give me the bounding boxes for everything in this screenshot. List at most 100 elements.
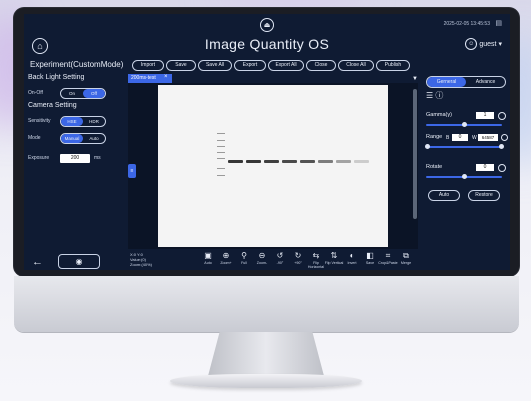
save-all-button[interactable]: Save All (198, 60, 232, 71)
ladder-mark (217, 146, 225, 147)
zoom-in-icon: ⊕ (222, 251, 230, 260)
user-menu[interactable]: ☺ guest ▾ (465, 38, 502, 50)
gamma-reset-icon[interactable] (498, 112, 506, 120)
scroll-up-icon[interactable]: ▼ (412, 76, 418, 82)
rotate-right-label: +90° (294, 261, 302, 265)
flip-horizontal-label: Flip Horizontal (307, 261, 325, 269)
blot-band (336, 160, 351, 163)
publish-button[interactable]: Publish (376, 60, 410, 71)
range-high-input[interactable]: 64587 (478, 134, 498, 141)
camera-capture-button[interactable]: ◉ (58, 254, 100, 269)
ladder-mark (217, 140, 225, 141)
rotate-slider[interactable] (426, 174, 502, 179)
range-low-input[interactable]: 0 (452, 134, 468, 141)
zoom-in-label: Zoom+ (220, 261, 232, 265)
save-button[interactable]: Save (166, 60, 196, 71)
app-title: Image Quantity OS (204, 36, 330, 52)
on-option[interactable]: On (61, 89, 83, 98)
rotate-input[interactable]: 0 (476, 164, 494, 171)
vertical-scrollbar[interactable] (412, 83, 418, 249)
image-tabs: 200ms-test × (128, 74, 418, 83)
blot-band (264, 160, 279, 163)
zoom-out-label: Zoom- (256, 261, 268, 265)
invert-label: Invert (347, 261, 357, 265)
rotate-reset-icon[interactable] (498, 164, 506, 172)
rotate-left-label: -90° (276, 261, 284, 265)
range-b-label: B (446, 135, 450, 141)
save-icon: ◧ (366, 251, 374, 260)
auto-icon: ▣ (204, 251, 212, 260)
crop-paste-tool[interactable]: ⌗ Crop&Paste (378, 251, 398, 265)
blot-image (158, 85, 388, 247)
close-button[interactable]: Close (306, 60, 336, 71)
range-high-knob[interactable] (499, 144, 504, 149)
zoom-out-icon: ⊖ (258, 251, 266, 260)
info-icon[interactable]: ⓘ (435, 91, 443, 100)
blot-band (354, 160, 369, 163)
save-tool[interactable]: ◧ Save (360, 251, 380, 265)
user-icon: ☺ (465, 38, 478, 50)
tab-general[interactable]: Gerneral (427, 77, 466, 87)
auto-tool[interactable]: ▣ Auto (198, 251, 218, 265)
export-all-button[interactable]: Export All (268, 60, 304, 71)
clock-text: 2025-02-05 13:45:53 (443, 21, 490, 27)
right-panel: Gerneral Advance ☰ ⓘ Gamma(γ) 1 Range B … (422, 74, 510, 270)
scroll-thumb[interactable] (413, 89, 417, 219)
manual-option[interactable]: Manual (61, 134, 83, 143)
backlight-heading: Back Light Setting (28, 74, 85, 81)
range-low-knob[interactable] (425, 144, 430, 149)
mode-toggle[interactable]: Manual Auto (60, 133, 106, 144)
toolbar: Experiment(CustomMode) Import Save Save … (24, 58, 510, 72)
flip-horizontal-icon: ⇆ (312, 251, 320, 260)
zoom-in-tool[interactable]: ⊕ Zoom+ (216, 251, 236, 265)
sensitivity-label: Sensitivity (28, 118, 51, 124)
back-arrow-icon[interactable]: ← (32, 256, 43, 268)
full-label: Full (241, 261, 247, 265)
gamma-input[interactable]: 1 (476, 112, 494, 119)
blot-band (318, 160, 333, 163)
rotate-label: Rotate (426, 164, 443, 170)
zoom-out-tool[interactable]: ⊖ Zoom- (252, 251, 272, 265)
full-tool[interactable]: ⚲ Full (234, 251, 254, 265)
exposure-label: Exposure (28, 155, 50, 161)
hdr-option[interactable]: HDR (83, 117, 105, 126)
hse-option[interactable]: HSE (61, 117, 83, 126)
import-button[interactable]: Import (132, 60, 164, 71)
crop-icon: ⌗ (385, 251, 391, 260)
sensitivity-toggle[interactable]: HSE HDR (60, 116, 106, 127)
off-option[interactable]: Off (83, 89, 105, 98)
range-label: Range (426, 134, 443, 140)
gamma-slider[interactable] (426, 122, 502, 127)
close-all-button[interactable]: Close All (338, 60, 374, 71)
auto-option[interactable]: Auto (83, 134, 105, 143)
onoff-toggle[interactable]: On Off (60, 88, 106, 99)
range-slider[interactable] (425, 144, 504, 149)
exposure-input[interactable]: 200 (60, 154, 90, 163)
rotate-left-tool[interactable]: ↺ -90° (270, 251, 290, 265)
monitor-stand-base (170, 374, 362, 388)
sliders-icon[interactable]: ☰ (426, 91, 433, 100)
range-reset-icon[interactable] (501, 134, 508, 141)
flip-horizontal-tool[interactable]: ⇆ Flip Horizontal (306, 251, 326, 269)
close-tab-icon[interactable]: × (164, 74, 168, 80)
restore-button[interactable]: Restore (468, 190, 500, 201)
app-screen: ⌂ ⏏ Image Quantity OS 2025-02-05 13:45:5… (24, 14, 510, 270)
zoom-text: Zoom:(40%) (130, 262, 153, 267)
merge-tool[interactable]: ⧉ Merge (396, 251, 416, 265)
eject-icon[interactable]: ⏏ (260, 18, 274, 32)
export-button[interactable]: Export (234, 60, 266, 71)
gamma-slider-knob[interactable] (462, 122, 467, 127)
camera-icon: ◉ (75, 257, 83, 266)
invert-tool[interactable]: ◐ Invert (342, 251, 362, 265)
crop-paste-label: Crop&Paste (378, 261, 398, 265)
flip-vertical-tool[interactable]: ⇅ Flip Vertical (324, 251, 344, 265)
rotate-slider-knob[interactable] (462, 174, 467, 179)
auto-tool-label: Auto (204, 261, 212, 265)
save-tool-label: Save (365, 261, 375, 265)
auto-button[interactable]: Auto (428, 190, 460, 201)
panel-toggle-handle[interactable]: ≡ (128, 164, 136, 178)
tab-advance[interactable]: Advance (466, 77, 505, 87)
full-icon: ⚲ (241, 251, 247, 260)
rotate-right-tool[interactable]: ↻ +90° (288, 251, 308, 265)
chevron-down-icon: ▾ (498, 41, 502, 48)
